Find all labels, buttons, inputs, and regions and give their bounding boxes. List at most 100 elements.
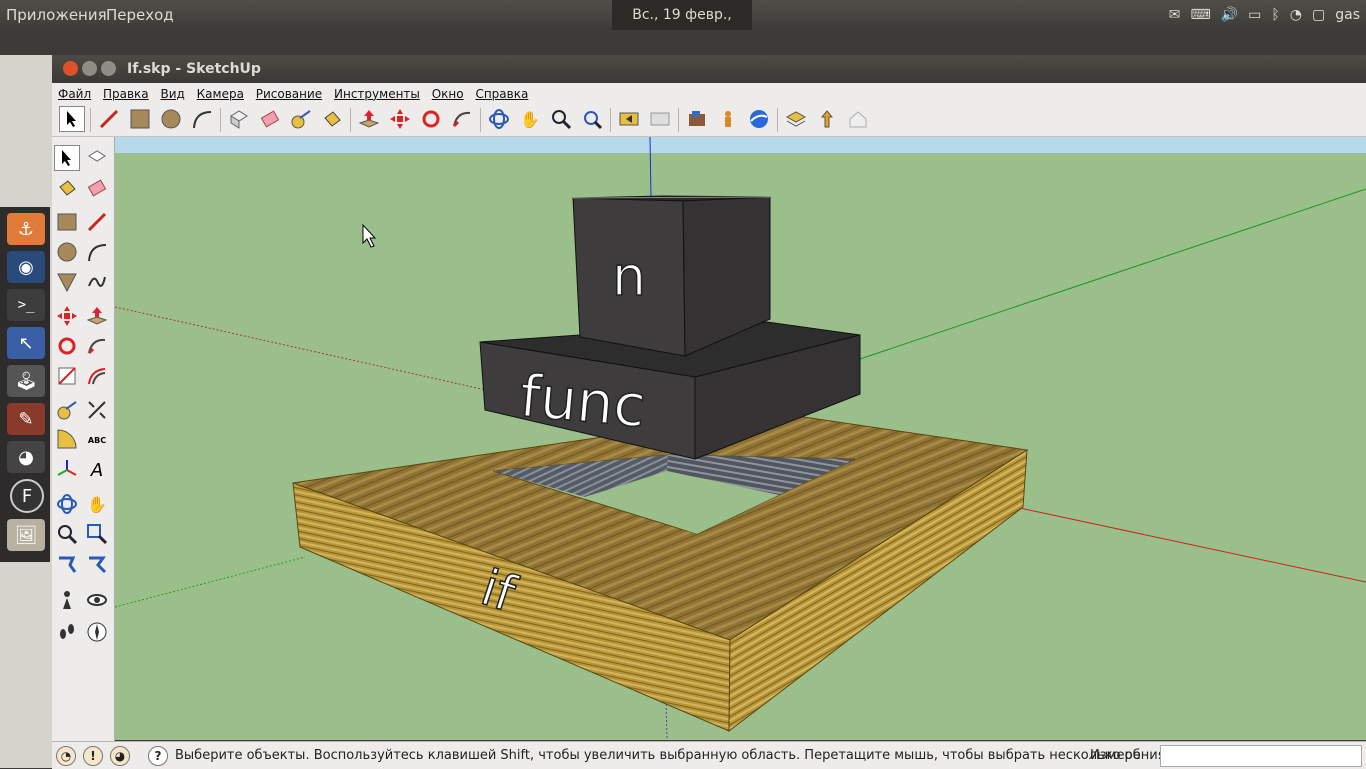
offset-icon[interactable]	[84, 363, 110, 389]
volume-icon[interactable]: 🔊	[1221, 7, 1238, 23]
text-tool-icon[interactable]: ABC	[84, 427, 110, 453]
image-viewer-icon[interactable]: 🖼	[7, 519, 45, 551]
firefox-icon[interactable]: ◉	[7, 251, 45, 283]
dimension-icon[interactable]	[84, 397, 110, 423]
measurements-label: Измерения	[1090, 748, 1166, 763]
polygon-icon[interactable]	[54, 269, 80, 295]
zoom-icon[interactable]	[548, 106, 574, 132]
terminal-icon[interactable]: >_	[7, 289, 45, 321]
paint-icon[interactable]	[54, 175, 80, 201]
launcher: ⚓ ◉ >_ ↖ 🕹 ✎ ◕ F 🖼	[0, 207, 50, 562]
close-icon[interactable]	[63, 61, 78, 76]
maximize-icon[interactable]	[101, 61, 116, 76]
clock[interactable]: Вс., 19 февр., 22:47	[612, 0, 752, 53]
hand-tool-icon[interactable]: ✋	[84, 491, 110, 517]
zoom-tool-icon[interactable]	[54, 521, 80, 547]
follow-me-icon[interactable]	[449, 106, 475, 132]
sign-in-icon[interactable]: ◕	[110, 746, 130, 766]
look-around-icon[interactable]	[84, 587, 110, 613]
rotate-icon[interactable]	[418, 106, 444, 132]
minimize-icon[interactable]	[82, 61, 97, 76]
rotate-tool-icon[interactable]	[54, 333, 80, 359]
protractor-icon[interactable]	[54, 427, 80, 453]
f-app-icon[interactable]: F	[10, 479, 44, 513]
tape-measure-icon[interactable]	[288, 106, 314, 132]
zoom-window-icon[interactable]	[84, 521, 110, 547]
make-component-icon[interactable]	[226, 106, 252, 132]
followme-tool-icon[interactable]	[84, 333, 110, 359]
walk-icon[interactable]	[54, 551, 80, 577]
menu-file[interactable]: Файл	[58, 83, 91, 101]
move-tool-icon[interactable]	[54, 303, 80, 329]
get-models-icon[interactable]	[684, 106, 710, 132]
orbit-icon[interactable]	[486, 106, 512, 132]
sketchup-app-icon[interactable]: ↖	[7, 327, 45, 359]
arc-icon[interactable]	[189, 106, 215, 132]
pencil-icon[interactable]	[96, 106, 122, 132]
menu-window[interactable]: Окно	[432, 83, 464, 101]
pushpull-tool-icon[interactable]	[84, 303, 110, 329]
position-camera-icon[interactable]	[54, 587, 80, 613]
move-icon[interactable]	[387, 106, 413, 132]
components-icon[interactable]	[783, 106, 809, 132]
zoom-extents-icon[interactable]	[579, 106, 605, 132]
axes-icon[interactable]	[54, 457, 80, 483]
3d-text-icon[interactable]: A	[84, 457, 110, 483]
applications-menu[interactable]: Приложения	[6, 6, 107, 24]
menu-help[interactable]: Справка	[475, 83, 528, 101]
previous-view-icon[interactable]	[616, 106, 642, 132]
sandbox-icon[interactable]	[814, 106, 840, 132]
component-icon[interactable]	[84, 145, 110, 171]
rectangle-icon[interactable]	[127, 106, 153, 132]
top-panel: Приложения Переход Вс., 19 февр., 22:47 …	[0, 0, 1366, 53]
geo-location-icon[interactable]: ◔	[56, 746, 76, 766]
help-icon[interactable]: ?	[148, 746, 168, 766]
menu-edit[interactable]: Правка	[103, 83, 149, 101]
share-model-icon[interactable]	[715, 106, 741, 132]
mail-icon[interactable]: ✉	[1169, 7, 1181, 23]
push-pull-icon[interactable]	[356, 106, 382, 132]
circle-tool-icon[interactable]	[54, 239, 80, 265]
bluetooth-icon[interactable]: ᛒ	[1271, 7, 1279, 23]
house-icon[interactable]	[845, 106, 871, 132]
line-icon[interactable]	[84, 209, 110, 235]
select-tool-icon[interactable]	[59, 106, 85, 132]
arc-tool-icon[interactable]	[84, 239, 110, 265]
section-icon[interactable]	[84, 551, 110, 577]
chat-icon[interactable]: ▢	[1312, 7, 1325, 23]
menu-camera[interactable]: Камера	[197, 83, 244, 101]
joystick-icon[interactable]: 🕹	[7, 365, 45, 397]
battery-icon[interactable]: ▭	[1248, 7, 1261, 23]
freehand-icon[interactable]	[84, 269, 110, 295]
user-name[interactable]: gas	[1335, 7, 1360, 23]
circle-icon[interactable]	[158, 106, 184, 132]
next-view-icon[interactable]	[647, 106, 673, 132]
google-earth-icon[interactable]	[746, 106, 772, 132]
credits-icon[interactable]: !	[83, 746, 103, 766]
gimp-icon[interactable]: ◕	[7, 441, 45, 473]
anchor-icon[interactable]: ⚓	[7, 213, 45, 245]
select-icon[interactable]	[54, 145, 80, 171]
tape-icon[interactable]	[54, 397, 80, 423]
wifi-icon[interactable]: ◔	[1290, 7, 1302, 23]
menu-view[interactable]: Вид	[160, 83, 184, 101]
erase-icon[interactable]	[84, 175, 110, 201]
orbit-tool-icon[interactable]	[54, 491, 80, 517]
compass-icon[interactable]	[84, 619, 110, 645]
eraser-icon[interactable]	[257, 106, 283, 132]
places-menu[interactable]: Переход	[106, 6, 174, 24]
scale-icon[interactable]	[54, 363, 80, 389]
measurements-field[interactable]	[1160, 745, 1362, 767]
model-viewport[interactable]: n func if	[115, 137, 1366, 740]
editor-icon[interactable]: ✎	[7, 403, 45, 435]
rect-icon[interactable]	[54, 209, 80, 235]
keyboard-icon[interactable]: ⌨	[1190, 7, 1210, 23]
window-titlebar: If.skp - SketchUp	[52, 55, 1366, 83]
footprints-icon[interactable]	[54, 619, 80, 645]
middle-box-label: func	[517, 362, 648, 441]
paint-bucket-icon[interactable]	[319, 106, 345, 132]
panel-strip	[0, 30, 1366, 55]
pan-hand-icon[interactable]: ✋	[517, 106, 543, 132]
menu-draw[interactable]: Рисование	[256, 83, 322, 101]
menu-tools[interactable]: Инструменты	[334, 83, 420, 101]
